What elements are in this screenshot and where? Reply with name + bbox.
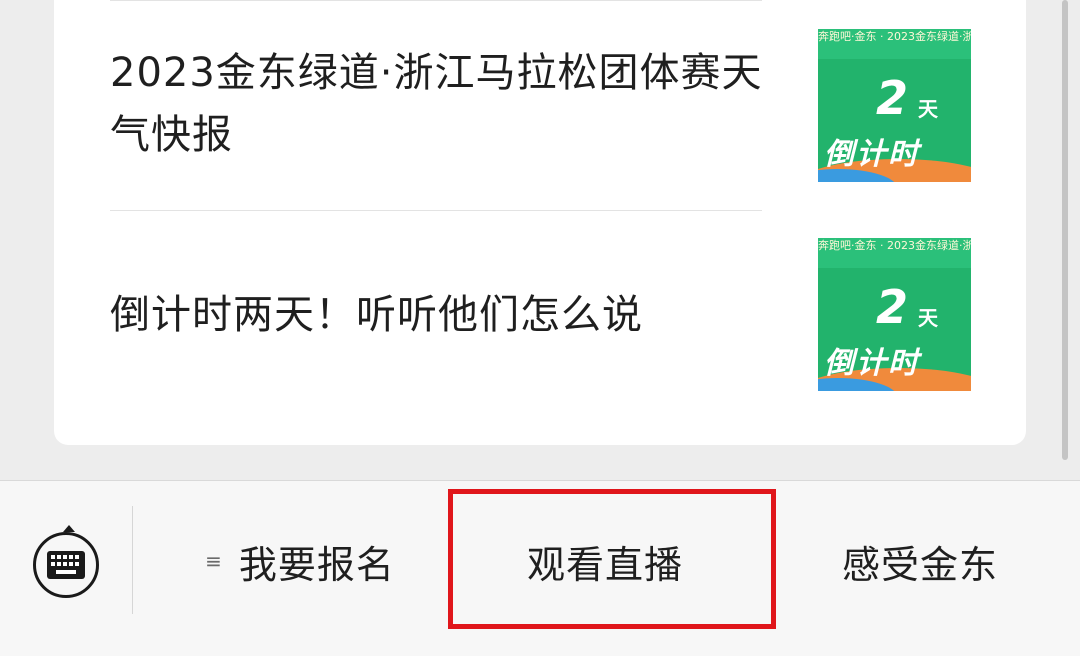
highlight-annotation-box bbox=[448, 489, 776, 629]
divider bbox=[110, 0, 762, 1]
submenu-list-icon: ≡ bbox=[205, 549, 223, 573]
thumbnail-caption: 倒计时 bbox=[824, 137, 920, 172]
pointer-icon bbox=[63, 525, 75, 532]
article-thumbnail[interactable]: 奔跑吧·金东 · 2023金东绿道·浙江马拉松团体 2 天 倒计时 bbox=[818, 238, 971, 391]
thumbnail-number: 2 bbox=[876, 280, 909, 334]
thumbnail-number: 2 bbox=[876, 71, 909, 125]
keyboard-toggle-button[interactable] bbox=[33, 525, 99, 598]
menu-item-register[interactable]: ≡ 我要报名 bbox=[150, 521, 450, 601]
keyboard-icon bbox=[47, 551, 85, 579]
menu-item-experience-jindong[interactable]: 感受金东 bbox=[770, 521, 1070, 601]
thumbnail-unit: 天 bbox=[918, 306, 938, 330]
thumbnail-band-text: 奔跑吧·金东 · 2023金东绿道·浙江马拉松团体 bbox=[818, 238, 971, 268]
scrollbar[interactable] bbox=[1062, 0, 1068, 460]
menu-item-label: 感受金东 bbox=[841, 542, 998, 587]
divider bbox=[110, 210, 762, 211]
thumbnail-unit: 天 bbox=[918, 97, 938, 121]
article-thumbnail[interactable]: 奔跑吧·金东 · 2023金东绿道·浙江马拉松团体 2 天 倒计时 bbox=[818, 29, 971, 182]
thumbnail-band-text: 奔跑吧·金东 · 2023金东绿道·浙江马拉松团体 bbox=[818, 29, 971, 59]
menu-item-label: 我要报名 bbox=[238, 542, 395, 587]
thumbnail-caption: 倒计时 bbox=[824, 346, 920, 381]
article-title[interactable]: 倒计时两天！听听他们怎么说 bbox=[110, 284, 770, 346]
article-title[interactable]: 2023金东绿道·浙江马拉松团体赛天气快报 bbox=[110, 42, 770, 166]
menu-separator bbox=[132, 506, 133, 614]
